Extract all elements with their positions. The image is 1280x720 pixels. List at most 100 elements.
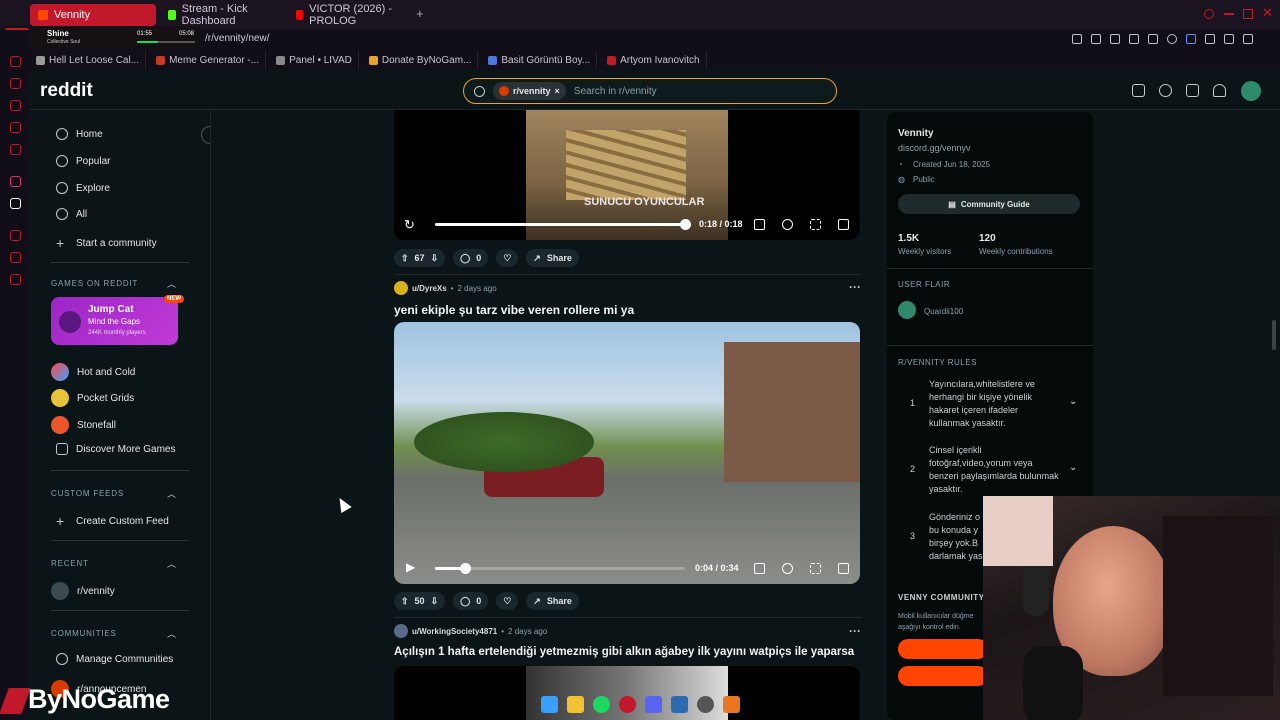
game-hot-and-cold[interactable]: Hot and Cold [51,363,135,381]
community-link[interactable]: discord.gg/vennyv [898,143,971,153]
video-scrubber-handle[interactable] [680,219,691,230]
settings-icon[interactable] [782,563,793,574]
download-icon[interactable] [1224,34,1234,44]
video-scrubber[interactable] [435,223,685,226]
tab-victor[interactable]: VICTOR (2026) - PROLOG [288,3,412,27]
minimize-icon[interactable] [1224,13,1234,15]
post-title[interactable]: yeni ekiple şu tarz vibe veren rollere m… [394,303,634,317]
captions-icon[interactable] [754,219,765,230]
app-icon[interactable] [722,695,740,713]
nav-all[interactable]: All [56,208,87,220]
create-custom-feed[interactable]: + Create Custom Feed [56,513,169,529]
bookmark-panel-livad[interactable]: Panel • LIVAD [270,51,359,69]
captions-icon[interactable] [754,563,765,574]
fullscreen-icon[interactable] [810,563,821,574]
game-pocket-grids[interactable]: Pocket Grids [51,389,134,407]
discover-more-games[interactable]: Discover More Games [56,443,175,455]
vscode-icon[interactable] [670,695,688,713]
game-stonefall[interactable]: Stonefall [51,416,116,434]
volume-icon[interactable] [838,563,849,574]
bookmark-artyom[interactable]: Artyom Ivanovitch [601,51,707,69]
create-post-icon[interactable] [1186,84,1199,97]
chat-icon[interactable] [1159,84,1172,97]
nav-start-community[interactable]: + Start a community [56,235,157,251]
whatsapp-icon[interactable] [10,78,21,89]
video-scrubber-handle[interactable] [460,563,471,574]
maximize-icon[interactable] [1243,9,1253,19]
nav-home[interactable]: Home [56,128,103,140]
play-icon[interactable] [1148,34,1158,44]
bookmark-basit[interactable]: Basit Görüntü Boy... [482,51,598,69]
bookmark-meme-generator[interactable]: Meme Generator -... [150,51,267,69]
search-icon[interactable] [1204,9,1214,19]
steam-icon[interactable] [696,695,714,713]
heart-icon[interactable] [1167,34,1177,44]
post-video-player[interactable]: SUNUCU OYUNCULAR ↻ 0:18 / 0:18 [394,110,860,240]
close-icon[interactable]: ✕ [1262,5,1273,21]
custom-feeds-header[interactable]: CUSTOM FEEDS ︿ [51,489,176,499]
spotify-icon[interactable] [592,695,610,713]
post-options-button[interactable]: ··· [849,624,861,638]
downvote-icon[interactable]: ⇩ [431,253,439,264]
tab-kick-dashboard[interactable]: Stream - Kick Dashboard [160,3,284,27]
windows-start-icon[interactable] [540,695,558,713]
instagram-icon[interactable] [10,176,21,187]
replay-icon[interactable]: ↻ [404,217,415,233]
share-button[interactable]: ↗ Share [526,592,579,610]
post-title[interactable]: Açılışın 1 hafta ertelendiği yetmezmiş g… [394,646,854,658]
search-input[interactable]: r/vennity × Search in r/vennity [463,78,837,104]
url-text[interactable]: /r/vennity/new/ [205,33,269,44]
games-section-header[interactable]: GAMES ON REDDIT ︿ [51,279,176,289]
award-button[interactable]: ♡ [496,249,519,267]
rule-item-2[interactable]: 2 Cinsel içerikli fotoğraf,video,yorum v… [897,444,1087,500]
award-button[interactable]: ♡ [496,592,519,610]
advertise-icon[interactable] [1132,84,1145,97]
flair-username[interactable]: Quardii100 [924,307,963,316]
recent-header[interactable]: RECENT ︿ [51,559,176,569]
downvote-icon[interactable]: ⇩ [431,596,439,607]
user-avatar[interactable] [394,281,408,295]
chevron-down-icon[interactable]: ⌄ [1069,396,1077,407]
translate-icon[interactable] [1129,34,1139,44]
search-scope-chip[interactable]: r/vennity × [493,82,566,100]
manage-communities[interactable]: Manage Communities [56,653,173,665]
jump-cat-card[interactable]: NEW Jump Cat Mind the Gaps 244K monthly … [51,295,184,345]
upvote-icon[interactable]: ⇧ [401,596,409,607]
x-icon[interactable] [10,198,21,209]
comments-button[interactable]: ◯ 0 [453,249,489,267]
settings-icon[interactable] [782,219,793,230]
bookmark-icon[interactable] [1072,34,1082,44]
volume-icon[interactable] [838,219,849,230]
video-scrubber[interactable] [435,567,685,570]
messenger-icon[interactable] [10,56,21,67]
community-link-button[interactable] [898,639,988,659]
history-icon[interactable] [10,230,21,241]
collapse-sidebar-button[interactable] [201,126,210,144]
communities-header[interactable]: COMMUNITIES ︿ [51,629,176,639]
chip-close-icon[interactable]: × [555,86,560,96]
telegram-icon[interactable] [10,100,21,111]
snapshot-icon[interactable] [1091,34,1101,44]
extension-icon[interactable] [1186,34,1196,44]
tab-vennity[interactable]: Vennity [30,4,156,26]
upvote-icon[interactable]: ⇧ [401,253,409,264]
user-avatar[interactable] [1241,81,1261,101]
reddit-logo[interactable]: reddit [40,80,93,102]
file-explorer-icon[interactable] [566,695,584,713]
puzzle-icon[interactable] [1205,34,1215,44]
shield-icon[interactable] [1110,34,1120,44]
bookmark-hell-let-loose[interactable]: Hell Let Loose Cal... [30,51,147,69]
play-icon[interactable]: ▶ [406,560,415,574]
post-options-button[interactable]: ··· [849,280,861,294]
chevron-down-icon[interactable]: ⌄ [1069,462,1077,473]
clock-icon[interactable] [10,252,21,263]
menu-icon[interactable] [1243,34,1253,44]
notes-icon[interactable] [10,144,21,155]
nav-explore[interactable]: Explore [56,182,110,194]
share-button[interactable]: ↗ Share [526,249,579,267]
new-tab-button[interactable]: + [416,6,424,21]
community-guide-button[interactable]: ▤ Community Guide [898,194,1080,214]
opera-gx-icon[interactable] [618,695,636,713]
post-author[interactable]: u/DyreXs [412,284,447,293]
rule-item-1[interactable]: 1 Yayıncılara,whitelistlere ve herhangi … [897,378,1087,438]
